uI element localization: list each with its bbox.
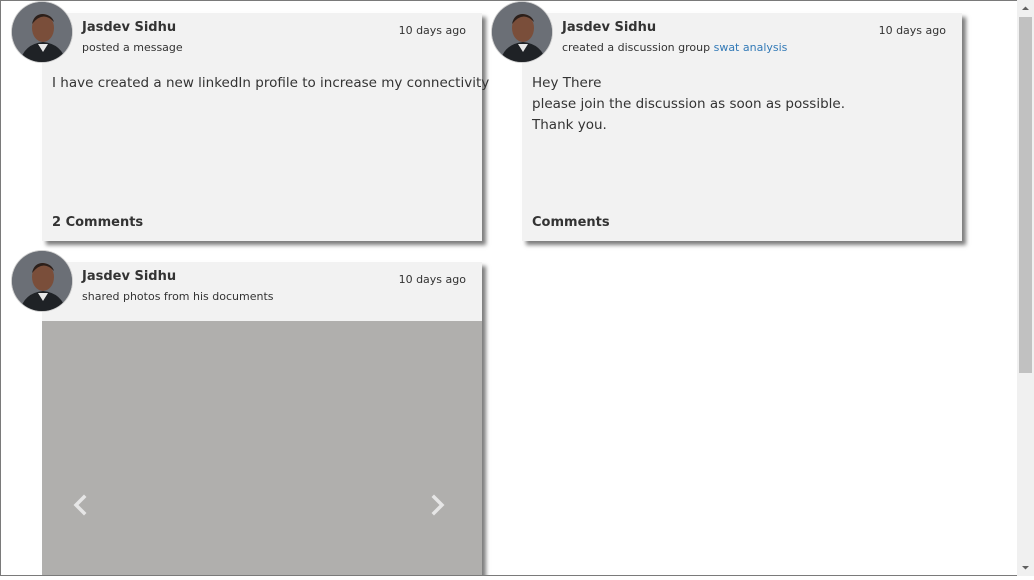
post-body: I have created a new linkedIn profile to…: [52, 73, 490, 94]
post-body-line: I have created a new linkedIn profile to…: [52, 75, 490, 91]
post-body-line: Thank you.: [532, 117, 607, 133]
feed-viewport: Jasdev Sidhu posted a message 10 days ag…: [0, 0, 1034, 576]
discussion-group-link[interactable]: swat analysis: [714, 41, 788, 54]
post-action: shared photos from his documents: [82, 290, 274, 303]
comments-link[interactable]: Comments: [532, 215, 610, 230]
post-action: posted a message: [82, 41, 183, 54]
avatar[interactable]: [492, 2, 552, 62]
photo-carousel[interactable]: [42, 321, 482, 575]
comments-link[interactable]: 2 Comments: [52, 215, 143, 230]
post-action: created a discussion group swat analysis: [562, 41, 787, 54]
feed-post-card: Jasdev Sidhu posted a message 10 days ag…: [42, 13, 490, 241]
avatar[interactable]: [12, 251, 72, 311]
chevron-left-icon[interactable]: [69, 493, 93, 517]
post-timestamp: 10 days ago: [398, 24, 466, 37]
vertical-scrollbar[interactable]: [1017, 0, 1034, 576]
post-author[interactable]: Jasdev Sidhu: [562, 20, 656, 35]
scrollbar-thumb[interactable]: [1019, 17, 1032, 373]
scroll-up-icon[interactable]: [1017, 0, 1034, 17]
avatar[interactable]: [12, 2, 72, 62]
post-author[interactable]: Jasdev Sidhu: [82, 269, 176, 284]
post-body-line: Hey There: [532, 75, 602, 91]
post-body-line: please join the discussion as soon as po…: [532, 96, 845, 112]
chevron-right-icon[interactable]: [425, 493, 449, 517]
post-timestamp: 10 days ago: [398, 273, 466, 286]
scroll-down-icon[interactable]: [1017, 559, 1034, 576]
post-timestamp: 10 days ago: [878, 24, 946, 37]
post-body: Hey There please join the discussion as …: [532, 73, 946, 136]
feed-post-card: Jasdev Sidhu created a discussion group …: [522, 13, 962, 241]
post-author[interactable]: Jasdev Sidhu: [82, 20, 176, 35]
feed-post-card: Jasdev Sidhu shared photos from his docu…: [42, 262, 482, 575]
post-action-text: created a discussion group: [562, 41, 714, 54]
